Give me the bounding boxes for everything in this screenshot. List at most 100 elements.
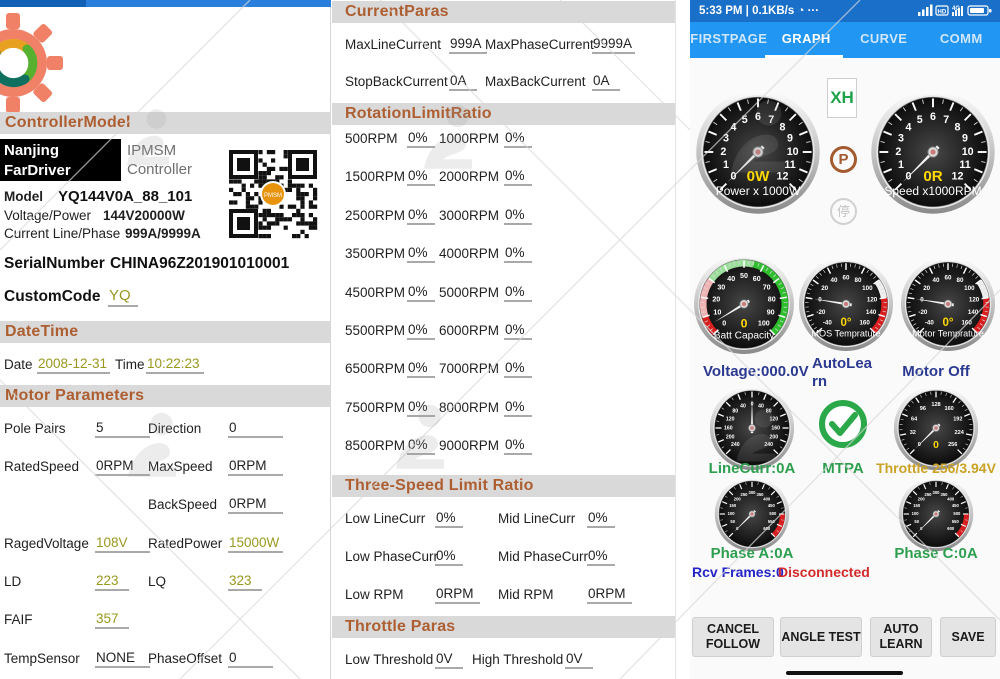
rpm-ratio-field[interactable]: 0%: [504, 437, 532, 455]
serial-number-value: CHINA96Z201901010001: [110, 255, 289, 273]
param-field[interactable]: 223: [95, 573, 129, 591]
save-button[interactable]: SAVE: [940, 617, 996, 657]
qr-code: PMSM: [227, 148, 319, 240]
param-field[interactable]: 15000W: [228, 535, 283, 553]
param-field[interactable]: 0: [228, 420, 283, 438]
title-bar-segment: [0, 0, 86, 7]
svg-text:Speed x1000RPM: Speed x1000RPM: [884, 184, 981, 198]
date-field[interactable]: 2008-12-31: [37, 356, 110, 374]
rpm-ratio-field[interactable]: 0%: [407, 168, 435, 186]
rpm-ratio-field[interactable]: 0%: [504, 399, 532, 417]
svg-text:12: 12: [952, 170, 964, 182]
rpm-ratio-field[interactable]: 0%: [407, 437, 435, 455]
param-field[interactable]: 0RPM: [435, 586, 480, 604]
param-field[interactable]: NONE: [95, 650, 150, 668]
param-field[interactable]: 0RPM: [587, 586, 632, 604]
svg-text:HD: HD: [938, 10, 947, 16]
svg-text:550: 550: [768, 519, 776, 524]
rpm-ratio-field[interactable]: 0%: [407, 399, 435, 417]
custom-code-field[interactable]: YQ: [108, 287, 138, 307]
param-field[interactable]: 357: [95, 611, 129, 629]
rpm-ratio-field[interactable]: 0%: [407, 245, 435, 263]
rpm-ratio-field[interactable]: 0%: [504, 322, 532, 340]
param-label: MaxBackCurrent: [485, 74, 586, 89]
param-field[interactable]: 0: [228, 650, 273, 668]
param-field[interactable]: 323: [228, 573, 262, 591]
svg-text:7: 7: [768, 114, 774, 126]
param-label: Pole Pairs: [4, 421, 66, 436]
title-bar: [0, 0, 331, 7]
stop-indicator[interactable]: 停: [830, 198, 857, 225]
param-field[interactable]: 0%: [435, 510, 463, 528]
rpm-ratio-field[interactable]: 0%: [504, 207, 532, 225]
svg-text:100: 100: [862, 285, 873, 292]
param-field[interactable]: 0%: [435, 548, 463, 566]
tab-comm[interactable]: COMM: [923, 22, 1000, 58]
angle-test-button[interactable]: ANGLE TEST: [780, 617, 862, 657]
date-label: Date: [4, 357, 33, 372]
param-field[interactable]: 999A: [449, 36, 487, 54]
svg-text:12: 12: [777, 170, 789, 182]
svg-text:5: 5: [917, 114, 923, 126]
parking-indicator[interactable]: P: [830, 146, 857, 173]
param-field[interactable]: 5: [95, 420, 150, 438]
rpm-label: 5000RPM: [439, 285, 499, 300]
auto-learn-button[interactable]: AUTO LEARN: [870, 617, 932, 657]
svg-text:120: 120: [770, 416, 779, 422]
svg-text:60: 60: [843, 274, 850, 281]
rpm-ratio-field[interactable]: 0%: [504, 245, 532, 263]
svg-text:80: 80: [957, 277, 964, 284]
rpm-label: 7500RPM: [345, 400, 405, 415]
svg-text:96: 96: [920, 406, 926, 412]
section-header-rotation-limit-ratio: RotationLimitRatio: [332, 103, 675, 125]
xh-indicator: XH: [827, 78, 857, 118]
svg-text:224: 224: [955, 430, 965, 436]
param-field[interactable]: 0RPM: [228, 496, 283, 514]
param-field[interactable]: 0V: [565, 651, 593, 669]
tab-firstpage[interactable]: FIRSTPAGE: [690, 22, 768, 58]
param-label: LD: [4, 574, 21, 589]
cancel-follow-button[interactable]: CANCEL FOLLOW: [692, 617, 774, 657]
param-field[interactable]: 0V: [435, 651, 463, 669]
svg-text:3: 3: [723, 133, 729, 145]
motor-temperature-gauge: -40-200204060801001201401600°Motor Tempr…: [900, 256, 996, 352]
tab-graph[interactable]: GRAPH: [768, 22, 846, 58]
time-field[interactable]: 10:22:23: [146, 356, 204, 374]
svg-text:250: 250: [925, 492, 933, 497]
rpm-ratio-field[interactable]: 0%: [407, 207, 435, 225]
tab-curve[interactable]: CURVE: [845, 22, 923, 58]
param-field[interactable]: 0RPM: [95, 458, 150, 476]
svg-text:450: 450: [952, 503, 960, 508]
brand-line1: Nanjing: [4, 141, 121, 161]
rpm-ratio-field[interactable]: 0%: [504, 360, 532, 378]
param-field[interactable]: 9999A: [592, 36, 635, 54]
param-field[interactable]: 108V: [95, 535, 150, 553]
param-label: Mid LineCurr: [498, 511, 575, 526]
param-field[interactable]: 0%: [587, 548, 615, 566]
param-field[interactable]: 0A: [592, 73, 620, 91]
rpm-ratio-field[interactable]: 0%: [407, 360, 435, 378]
svg-text:100: 100: [728, 511, 736, 516]
rpm-ratio-field[interactable]: 0%: [504, 130, 532, 148]
svg-text:MOS Temprature: MOS Temprature: [811, 329, 880, 339]
param-field[interactable]: 0A: [449, 73, 477, 91]
svg-text:0R: 0R: [923, 168, 942, 185]
svg-text:600: 600: [947, 526, 955, 531]
svg-text:2: 2: [895, 146, 901, 158]
param-field[interactable]: 0%: [587, 510, 615, 528]
param-label: MaxSpeed: [148, 459, 213, 474]
svg-text:40: 40: [727, 275, 735, 283]
rpm-ratio-field[interactable]: 0%: [407, 322, 435, 340]
phone-tab-bar: FIRSTPAGE GRAPH CURVE COMM: [690, 22, 1000, 58]
param-field[interactable]: 0RPM: [228, 458, 283, 476]
rpm-ratio-field[interactable]: 0%: [504, 284, 532, 302]
svg-text:Batt Capacity: Batt Capacity: [714, 331, 775, 342]
speed-gauge: 01234567891011120RSpeed x1000RPM: [870, 89, 996, 215]
rpm-ratio-field[interactable]: 0%: [504, 168, 532, 186]
svg-text:100: 100: [912, 511, 920, 516]
rpm-ratio-field[interactable]: 0%: [407, 130, 435, 148]
param-label: LQ: [148, 574, 166, 589]
rpm-ratio-field[interactable]: 0%: [407, 284, 435, 302]
app-window: ControllerModel Nanjing FarDriver IPMSM …: [0, 0, 1000, 679]
svg-text:50: 50: [740, 272, 748, 280]
